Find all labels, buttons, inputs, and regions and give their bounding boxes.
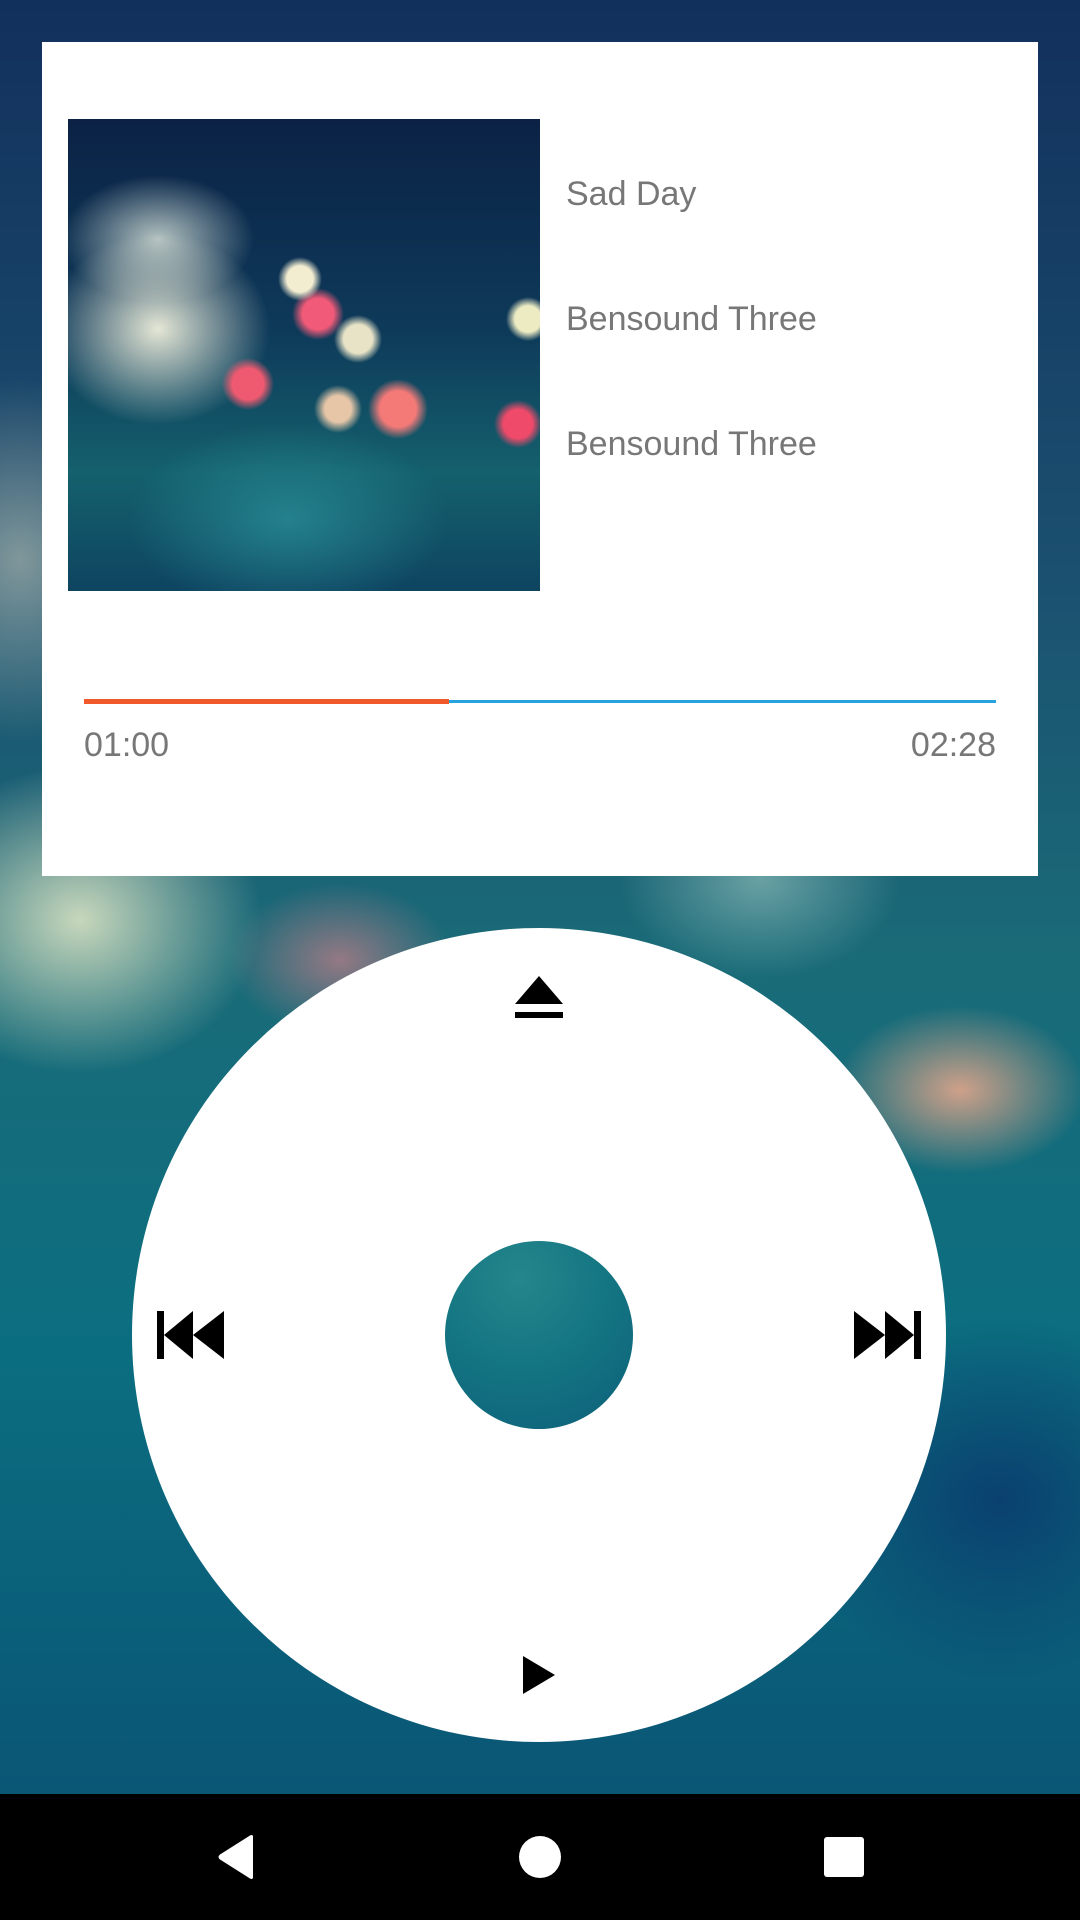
- skip-next-icon: [854, 1311, 921, 1359]
- track-title: Sad Day: [566, 175, 697, 213]
- previous-button[interactable]: [156, 1305, 226, 1365]
- nav-back-button[interactable]: [206, 1827, 266, 1887]
- nav-recents-button[interactable]: [814, 1827, 874, 1887]
- track-album: Bensound Three: [566, 425, 817, 463]
- album-art: [68, 119, 540, 591]
- nav-home-button[interactable]: [510, 1827, 570, 1887]
- total-time: 02:28: [910, 726, 996, 764]
- home-icon: [519, 1836, 561, 1878]
- skip-previous-icon: [157, 1311, 224, 1359]
- recents-icon: [824, 1837, 864, 1877]
- eject-icon: [515, 976, 563, 1018]
- track-artist: Bensound Three: [566, 300, 817, 338]
- now-playing-card: Sad Day Bensound Three Bensound Three 01…: [42, 42, 1038, 876]
- control-wheel[interactable]: [132, 928, 946, 1742]
- eject-button[interactable]: [509, 968, 569, 1028]
- next-button[interactable]: [852, 1305, 922, 1365]
- progress-played: [84, 699, 449, 704]
- current-time: 01:00: [84, 726, 170, 764]
- play-icon: [523, 1656, 555, 1694]
- play-button[interactable]: [512, 1648, 566, 1702]
- system-navigation-bar: [0, 1794, 1080, 1920]
- center-button[interactable]: [445, 1241, 633, 1429]
- back-icon: [218, 1835, 253, 1879]
- progress-seekbar[interactable]: [84, 690, 996, 714]
